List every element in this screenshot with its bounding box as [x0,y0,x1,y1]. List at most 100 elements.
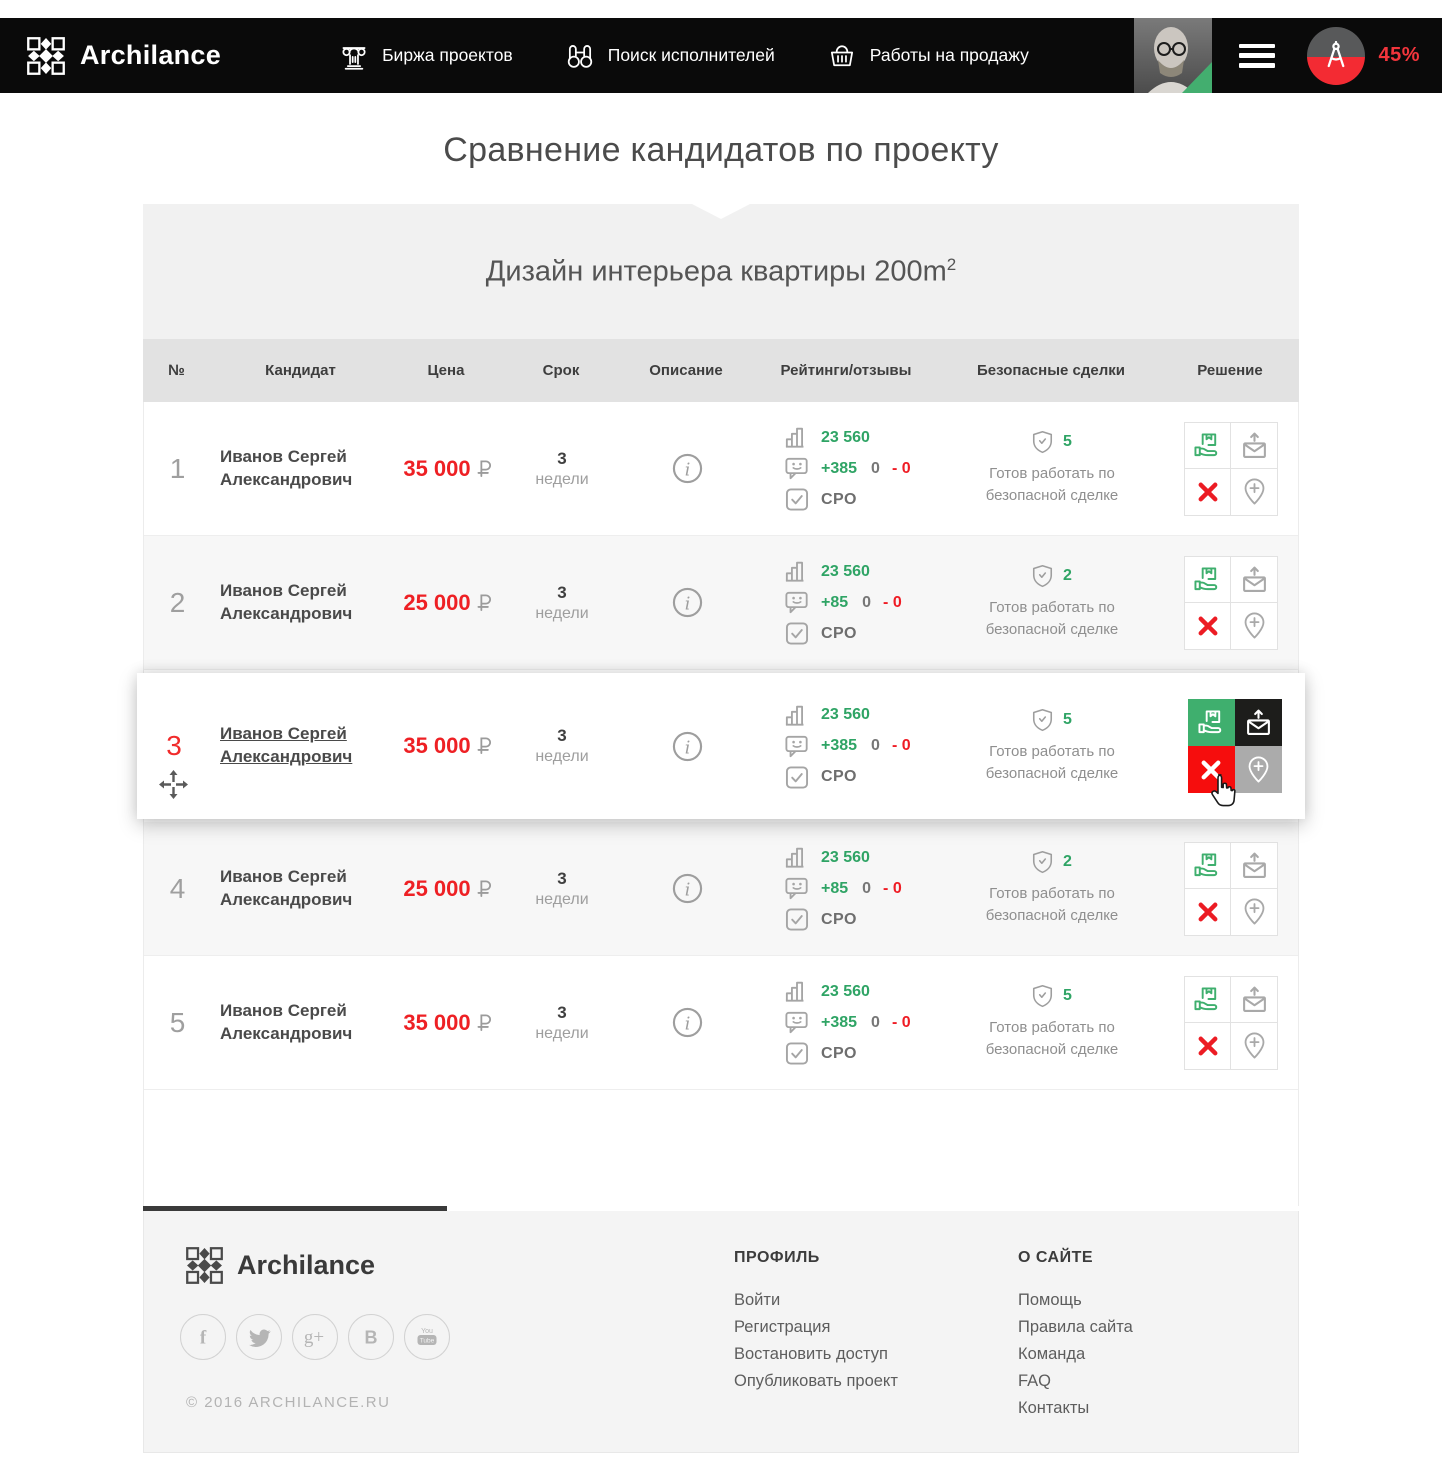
safe-deals-cell: 5 Готов работать по безопасной сделке [942,430,1162,507]
col-header-ratings: Рейтинги/отзывы [751,362,941,379]
mail-up-icon [1245,709,1272,736]
col-header-term: Срок [501,362,621,379]
shield-icon [1032,708,1053,732]
google-plus-icon[interactable] [292,1314,338,1360]
deal-hand-icon [1194,432,1221,459]
footer-link-login[interactable]: Войти [734,1291,898,1310]
send-message-button[interactable] [1231,556,1278,603]
rating-value: 23 560 [821,849,870,867]
nav-label: Работы на продажу [870,45,1029,66]
send-message-button[interactable] [1231,422,1278,469]
reject-button[interactable] [1184,469,1231,516]
description-info-icon[interactable] [672,873,703,904]
vk-icon[interactable] [348,1314,394,1360]
facebook-icon[interactable] [180,1314,226,1360]
accept-deal-button[interactable] [1184,556,1231,603]
table-row: 4 Иванов Сергей Александрович 25 000 3не… [144,822,1298,956]
nav-item-find-performers[interactable]: Поиск исполнителей [565,41,775,71]
profile-progress[interactable]: 45% [1307,27,1420,85]
description-info-icon[interactable] [672,453,703,484]
candidate-name-link[interactable]: Иванов Сергей Александрович [220,1000,392,1046]
certification-label: СРО [821,491,857,509]
checkbox-icon [785,908,809,931]
shield-icon [1032,430,1053,454]
footer-link-faq[interactable]: FAQ [1018,1372,1133,1391]
safe-deal-text: Готов работать по безопасной сделке [970,1017,1135,1061]
reject-button[interactable] [1184,1023,1231,1070]
safe-deals-cell: 2 Готов работать по безопасной сделке [942,564,1162,641]
term-unit: недели [535,748,588,766]
add-location-button[interactable] [1231,469,1278,516]
row-number: 3 [137,730,211,762]
table-row: 2 Иванов Сергей Александрович 25 000 3не… [144,536,1298,670]
send-message-button[interactable] [1235,699,1282,746]
term-value: 3 [557,1003,566,1023]
send-message-button[interactable] [1231,842,1278,889]
description-info-icon[interactable] [672,587,703,618]
brand[interactable]: Archilance [27,37,221,75]
accept-deal-button[interactable] [1188,699,1235,746]
price-value: 35 000 [403,733,470,759]
bar-chart-icon [785,704,809,727]
accept-deal-button[interactable] [1184,976,1231,1023]
move-drag-icon[interactable] [159,770,188,799]
bar-chart-icon [785,426,809,449]
main-nav: Биржа проектов Поиск исполнителей Работы… [339,41,1029,71]
drafting-compass-icon [1321,41,1351,71]
send-message-button[interactable] [1231,976,1278,1023]
add-location-button[interactable] [1231,889,1278,936]
safe-deals-cell: 5 Готов работать по безопасной сделке [942,984,1162,1061]
nav-item-project-exchange[interactable]: Биржа проектов [339,41,513,71]
nav-item-works-for-sale[interactable]: Работы на продажу [827,41,1029,71]
footer-link-help[interactable]: Помощь [1018,1291,1133,1310]
youtube-icon[interactable] [404,1314,450,1360]
x-icon [1198,616,1218,636]
footer-profile-column: ПРОФИЛЬ Войти Регистрация Востановить до… [734,1249,898,1399]
term-unit: недели [535,471,588,489]
footer-link-contacts[interactable]: Контакты [1018,1399,1133,1418]
candidate-name-link[interactable]: Иванов Сергей Александрович [220,446,392,492]
add-location-button[interactable] [1231,1023,1278,1070]
footer-link-register[interactable]: Регистрация [734,1318,898,1337]
reviews-neutral: 0 [871,737,880,755]
description-info-icon[interactable] [672,731,703,762]
footer-link-restore-access[interactable]: Востановить доступ [734,1345,898,1364]
ratings-cell: 23 560 +3850- 0 СРО [752,426,942,511]
accept-deal-button[interactable] [1184,842,1231,889]
footer-link-site-rules[interactable]: Правила сайта [1018,1318,1133,1337]
description-info-icon[interactable] [672,1007,703,1038]
brand-name: Archilance [80,40,221,71]
col-header-number: № [143,362,210,379]
twitter-icon[interactable] [236,1314,282,1360]
hamburger-menu-icon[interactable] [1239,44,1275,68]
main-content: Дизайн интерьера квартиры 200m2 № Кандид… [143,204,1299,1453]
footer-about-column: О САЙТЕ Помощь Правила сайта Команда FAQ… [1018,1249,1133,1426]
term-value: 3 [557,726,566,746]
candidate-name-link[interactable]: Иванов Сергей Александрович [220,866,392,912]
ruble-icon [477,880,491,898]
footer-brand[interactable]: Archilance [186,1247,375,1284]
add-location-button[interactable] [1235,746,1282,793]
price-value: 25 000 [403,876,470,902]
user-avatar[interactable] [1134,18,1212,93]
candidate-name-link[interactable]: Иванов Сергей Александрович [220,723,392,769]
table-row-active: 3 Иванов Сергей Александрович 35 000 3 не… [137,673,1305,819]
footer-link-publish-project[interactable]: Опубликовать проект [734,1372,898,1391]
reviews-neutral: 0 [862,880,871,898]
column-icon [339,41,369,71]
reviews-icon [785,877,809,900]
footer-link-team[interactable]: Команда [1018,1345,1133,1364]
bar-chart-icon [785,560,809,583]
pin-plus-icon [1241,898,1268,925]
add-location-button[interactable] [1231,603,1278,650]
reviews-neutral: 0 [871,1014,880,1032]
reject-button[interactable] [1184,603,1231,650]
candidate-name-link[interactable]: Иванов Сергей Александрович [220,580,392,626]
reviews-icon [785,735,809,758]
mouse-cursor-icon [1209,773,1236,807]
rating-value: 23 560 [821,563,870,581]
row-number: 2 [144,587,211,619]
reject-button[interactable] [1184,889,1231,936]
accept-deal-button[interactable] [1184,422,1231,469]
ratings-cell: 23 560 +850- 0 СРО [752,560,942,645]
